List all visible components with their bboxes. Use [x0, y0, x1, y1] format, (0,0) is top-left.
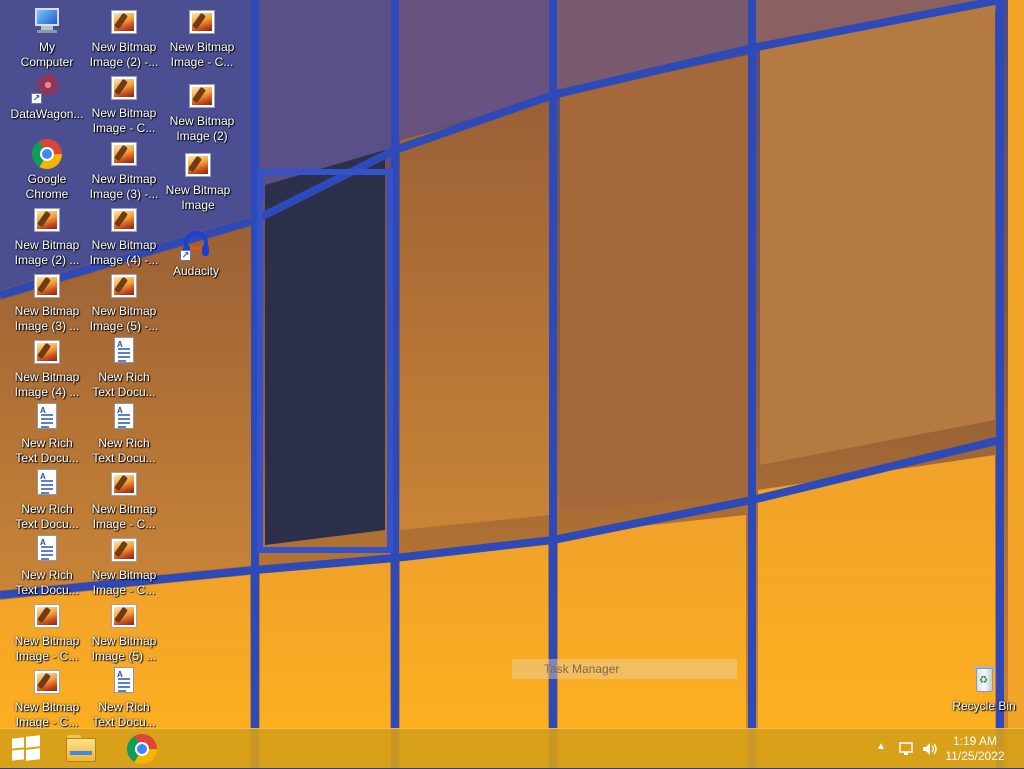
desktop-icon-bmp-4-a[interactable]: New Bitmap Image (4) ...	[9, 336, 85, 400]
desktop-icon-label: New Bitmap Image (5) ...	[91, 634, 157, 664]
desktop-icon-label: New Bitmap Image - C...	[91, 568, 157, 598]
desktop-icon-label: New Bitmap Image (2)	[169, 114, 235, 144]
desktop-icon-rtf-b[interactable]: A New Rich Text Docu...	[9, 468, 85, 532]
rich-text-document-icon: A	[108, 336, 140, 367]
desktop-icon-rtf-d[interactable]: A New Rich Text Docu...	[86, 336, 162, 400]
audacity-icon: ↗	[180, 229, 212, 261]
rich-text-document-icon: A	[108, 402, 140, 433]
desktop-icon-label: New Bitmap Image (2) ...	[14, 238, 80, 268]
chrome-icon	[127, 734, 157, 764]
desktop-icon-google-chrome[interactable]: Google Chrome	[9, 138, 85, 202]
desktop-icon-label: New Bitmap Image (3) -...	[89, 172, 159, 202]
desktop-icon-label: New Rich Text Docu...	[92, 700, 156, 730]
recycle-bin-icon: ♻	[968, 664, 1000, 696]
desktop-icon-label: Audacity	[172, 264, 220, 278]
bitmap-image-icon	[186, 6, 218, 37]
desktop-icon-label: New Bitmap Image (4) ...	[14, 370, 80, 400]
desktop-icon-rtf-e[interactable]: A New Rich Text Docu...	[86, 402, 162, 466]
desktop-icon-label: DataWagon...	[10, 107, 84, 121]
desktop-icon-bmp-2-b[interactable]: New Bitmap Image (2) -...	[86, 6, 162, 70]
rich-text-document-icon: A	[108, 666, 140, 697]
desktop-icon-rtf-f[interactable]: A New Rich Text Docu...	[86, 666, 162, 730]
network-icon[interactable]	[898, 741, 914, 757]
bitmap-image-icon	[108, 6, 140, 37]
bitmap-image-icon	[31, 666, 63, 697]
bitmap-image-icon	[108, 204, 140, 235]
desktop-icon-bmp-3-a[interactable]: New Bitmap Image (3) ...	[9, 270, 85, 334]
desktop-icon-bmp-plain[interactable]: New Bitmap Image	[160, 149, 236, 213]
desktop-icon-label: New Bitmap Image - C...	[14, 700, 80, 730]
bitmap-image-icon	[31, 336, 63, 367]
bitmap-image-icon	[31, 600, 63, 631]
windows-logo-icon	[12, 735, 40, 761]
desktop-icon-datawagon[interactable]: ↗ DataWagon...	[9, 72, 85, 136]
rich-text-document-icon: A	[31, 534, 63, 565]
desktop-icon-bmp-4-b[interactable]: New Bitmap Image (4) -...	[86, 204, 162, 268]
volume-icon[interactable]	[922, 741, 938, 757]
chrome-taskbar-button[interactable]	[116, 729, 168, 769]
bitmap-image-icon	[108, 534, 140, 565]
bitmap-image-icon	[108, 468, 140, 499]
desktop-icon-bmp-3-b[interactable]: New Bitmap Image (3) -...	[86, 138, 162, 202]
bitmap-image-icon	[31, 270, 63, 301]
file-explorer-button[interactable]	[54, 729, 106, 769]
desktop-icon-bmp-c-c[interactable]: New Bitmap Image - C...	[86, 72, 162, 136]
desktop-icon-label: New Bitmap Image	[165, 183, 231, 213]
clock-date: 11/25/2022	[945, 749, 1005, 763]
desktop-icon-rtf-a[interactable]: A New Rich Text Docu...	[9, 402, 85, 466]
clock-time: 1:19 AM	[952, 734, 998, 748]
desktop-icon-bmp-5-b[interactable]: New Bitmap Image (5) ...	[86, 600, 162, 664]
desktop-icon-label: New Rich Text Docu...	[15, 502, 79, 532]
bitmap-image-icon	[108, 72, 140, 103]
rich-text-document-icon: A	[31, 402, 63, 433]
bitmap-image-icon	[108, 600, 140, 631]
start-button[interactable]	[0, 729, 52, 769]
desktop-icon-label: My Computer	[20, 40, 74, 70]
notification-area: ▲	[870, 729, 940, 769]
taskbar: ▲ 1:19 AM 11/25/2022	[0, 728, 1024, 768]
desktop-icon-label: New Bitmap Image - C...	[14, 634, 80, 664]
desktop-icon-bmp-c-f[interactable]: New Bitmap Image - C...	[164, 6, 240, 70]
desktop-icon-label: New Rich Text Docu...	[15, 436, 79, 466]
bitmap-image-icon	[186, 80, 218, 111]
desktop-icon-bmp-c-a[interactable]: New Bitmap Image - C...	[9, 600, 85, 664]
recycle-bin-label: Recycle Bin	[952, 699, 1016, 713]
desktop-icon-label: New Bitmap Image (4) -...	[89, 238, 159, 268]
desktop-icon-label: New Bitmap Image - C...	[169, 40, 235, 70]
bitmap-image-icon	[108, 138, 140, 169]
desktop-icon-bmp-c-e[interactable]: New Bitmap Image - C...	[86, 534, 162, 598]
taskbar-clock[interactable]: 1:19 AM 11/25/2022	[940, 734, 1010, 764]
desktop-icon-my-computer[interactable]: My Computer	[9, 6, 85, 70]
chrome-icon	[31, 138, 63, 169]
desktop-icon-label: New Bitmap Image (3) ...	[14, 304, 80, 334]
desktop-icon-label: New Rich Text Docu...	[15, 568, 79, 598]
recycle-bin[interactable]: ♻ Recycle Bin	[946, 664, 1022, 728]
task-manager-ghost-label: Task Manager	[512, 659, 737, 679]
computer-icon	[31, 6, 63, 37]
bitmap-image-icon	[31, 204, 63, 235]
desktop-icon-bmp-2-a[interactable]: New Bitmap Image (2) ...	[9, 204, 85, 268]
desktop-icon-audacity[interactable]: ↗ Audacity	[158, 229, 234, 293]
show-hidden-icons-chevron-icon[interactable]: ▲	[876, 741, 886, 752]
desktop-icon-label: New Bitmap Image (2) -...	[89, 40, 159, 70]
desktop-icon-label: New Bitmap Image - C...	[91, 502, 157, 532]
desktop-icon-label: New Bitmap Image (5) -...	[89, 304, 159, 334]
datawagon-icon: ↗	[31, 72, 63, 104]
desktop-icon-label: New Rich Text Docu...	[92, 436, 156, 466]
desktop-icon-label: New Rich Text Docu...	[92, 370, 156, 400]
desktop-icon-label: New Bitmap Image - C...	[91, 106, 157, 136]
desktop-icon-label: Google Chrome	[25, 172, 69, 202]
desktop-icon-rtf-c[interactable]: A New Rich Text Docu...	[9, 534, 85, 598]
bitmap-image-icon	[182, 149, 214, 180]
desktop-icon-bmp-c-d[interactable]: New Bitmap Image - C...	[86, 468, 162, 532]
desktop-icon-bmp-2-c[interactable]: New Bitmap Image (2)	[164, 80, 240, 144]
desktop-icon-bmp-c-b[interactable]: New Bitmap Image - C...	[9, 666, 85, 730]
rich-text-document-icon: A	[31, 468, 63, 499]
desktop-icon-bmp-5-a[interactable]: New Bitmap Image (5) -...	[86, 270, 162, 334]
bitmap-image-icon	[108, 270, 140, 301]
